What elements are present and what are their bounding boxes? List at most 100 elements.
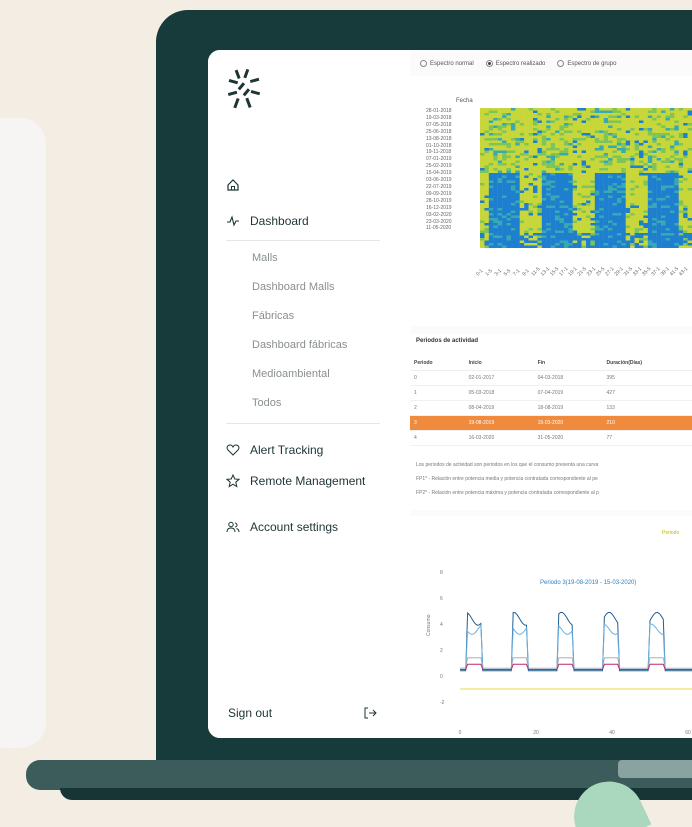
heatmap-cell <box>678 183 684 186</box>
heatmap-cell <box>515 198 520 201</box>
heatmap-cell <box>590 123 596 126</box>
x-tick-label: 60 <box>685 730 691 736</box>
heatmap-cell <box>683 145 688 149</box>
heatmap-cell <box>683 228 688 231</box>
nav-remote-management[interactable]: Remote Management <box>226 474 365 488</box>
sign-out-link[interactable]: Sign out <box>228 706 272 720</box>
heatmap-cell <box>683 243 688 246</box>
heatmap-cell <box>493 143 498 146</box>
heatmap-cell <box>625 155 631 159</box>
home-icon[interactable] <box>226 178 240 192</box>
table-row-highlighted[interactable]: 3 19-08-2019 15-03-2020 210 <box>410 415 692 431</box>
table-cell: 07-04-2019 <box>533 385 603 401</box>
heatmap-cell <box>488 223 494 226</box>
heatmap-cell <box>484 155 490 159</box>
heatmap-cell <box>621 205 626 209</box>
heatmap-cell <box>506 243 512 246</box>
heatmap-cell <box>519 200 525 204</box>
sub-item-medioambiental[interactable]: Medioambiental <box>252 368 330 380</box>
heatmap-cell <box>480 108 485 111</box>
heatmap-cell <box>581 113 587 116</box>
sub-item-fabricas[interactable]: Fábricas <box>252 310 294 322</box>
heatmap-cell <box>555 113 560 116</box>
nav-alert-tracking[interactable]: Alert Tracking <box>226 443 323 457</box>
table-row[interactable]: 1 05-03-2018 07-04-2019 427 <box>410 385 692 401</box>
heatmap-cell <box>524 115 529 119</box>
heatmap-cell <box>608 118 613 121</box>
heatmap-cell <box>581 173 587 176</box>
heatmap-cell <box>533 208 538 211</box>
heatmap-cell <box>678 140 684 144</box>
heatmap-cell <box>546 203 551 206</box>
heatmap-date-label: 11-05-2020 <box>426 225 452 232</box>
table-row[interactable]: 2 08-04-2019 18-08-2019 133 <box>410 400 692 416</box>
heatmap-cell <box>625 210 631 214</box>
heatmap-cell <box>678 118 684 121</box>
heatmap-cell <box>493 230 498 234</box>
sub-item-malls[interactable]: Malls <box>252 252 278 264</box>
heatmap-cell <box>537 163 543 166</box>
heatmap-cell <box>687 118 692 121</box>
heatmap-cell <box>594 113 600 116</box>
heatmap-cell <box>510 145 516 149</box>
radio-espectro-normal[interactable]: Espectro normal <box>420 60 474 67</box>
heatmap-cell <box>603 143 609 146</box>
heatmap-cell <box>546 188 551 191</box>
heatmap-cell <box>510 185 516 189</box>
heatmap-cell <box>515 230 520 234</box>
heatmap-cell <box>634 133 640 136</box>
heatmap-cell <box>555 203 560 206</box>
heatmap-cell <box>506 180 512 184</box>
heatmap-cell <box>661 153 666 156</box>
heatmap-cell <box>599 225 604 229</box>
heatmap-cell <box>519 148 525 151</box>
heatmap-cell <box>502 143 507 146</box>
nav-account-settings[interactable]: Account settings <box>226 520 338 534</box>
heatmap-cell <box>497 120 503 124</box>
heatmap-cell <box>510 193 516 196</box>
heatmap-cell <box>541 113 547 116</box>
heatmap-cell <box>577 203 582 206</box>
heatmap-cell <box>621 163 626 166</box>
heatmap-cell <box>665 190 671 194</box>
logout-icon[interactable] <box>362 705 378 721</box>
heatmap-cell <box>599 163 604 166</box>
heatmap-cell <box>608 175 613 179</box>
nav-dashboard[interactable]: Dashboard <box>226 214 309 228</box>
heatmap-cell <box>612 240 618 244</box>
heatmap-cell <box>555 238 560 241</box>
heatmap-cell <box>669 245 675 248</box>
heatmap-cell <box>674 198 679 201</box>
heatmap-cell <box>484 118 490 121</box>
heatmap-cell <box>608 245 613 248</box>
heatmap-cell <box>563 128 569 131</box>
heatmap-cell <box>488 243 494 246</box>
sub-item-dashboard-fabricas[interactable]: Dashboard fábricas <box>252 339 347 351</box>
heatmap-cell <box>647 155 653 159</box>
sub-item-todos[interactable]: Todos <box>252 397 281 409</box>
heatmap-cell <box>608 180 613 184</box>
heatmap-cell <box>577 138 582 141</box>
radio-espectro-realizado[interactable]: Espectro realizado <box>485 60 545 67</box>
sub-item-dashboard-malls[interactable]: Dashboard Malls <box>252 281 335 293</box>
heatmap-cell <box>599 113 604 116</box>
heatmap-cell <box>488 240 494 244</box>
heatmap-cell <box>678 213 684 216</box>
table-row[interactable]: 4 16-03-2020 31-05-2020 77 <box>410 430 692 446</box>
heatmap-cell <box>550 233 556 236</box>
heatmap-cell <box>678 185 684 189</box>
heatmap-cell <box>652 150 657 154</box>
heatmap-cell <box>594 235 600 239</box>
table-cell: 19-08-2019 <box>464 415 534 431</box>
heatmap-cell <box>519 123 525 126</box>
heatmap-cell <box>634 190 640 194</box>
radio-espectro-grupo[interactable]: Espectro de grupo <box>557 60 616 67</box>
table-row[interactable]: 0 02-01-2017 04-03-2018 395 <box>410 370 692 386</box>
heatmap-cell <box>621 230 626 234</box>
heatmap-cell <box>674 213 679 216</box>
heatmap-cell <box>510 205 516 209</box>
heatmap-cell <box>546 135 551 139</box>
heatmap-cell <box>563 178 569 181</box>
heatmap-cell <box>656 120 662 124</box>
heatmap-cell <box>484 143 490 146</box>
